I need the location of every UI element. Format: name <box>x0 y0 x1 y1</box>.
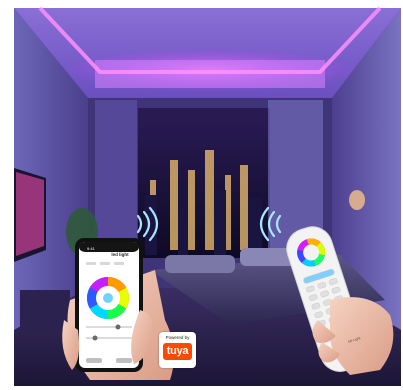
phone-status-time: 9:41 <box>87 246 95 251</box>
powered-by-label: Powered by <box>165 335 190 340</box>
tuya-logo: tuya <box>163 343 192 360</box>
app-title: led light <box>111 252 129 257</box>
tuya-logo-text: tuya <box>166 345 189 357</box>
product-scene: 9:41 led light Powered by tuya MI·Light <box>0 0 403 390</box>
color-wheel <box>86 277 130 319</box>
bedroom-photo <box>0 0 403 390</box>
tuya-badge: Powered by tuya <box>159 332 196 368</box>
